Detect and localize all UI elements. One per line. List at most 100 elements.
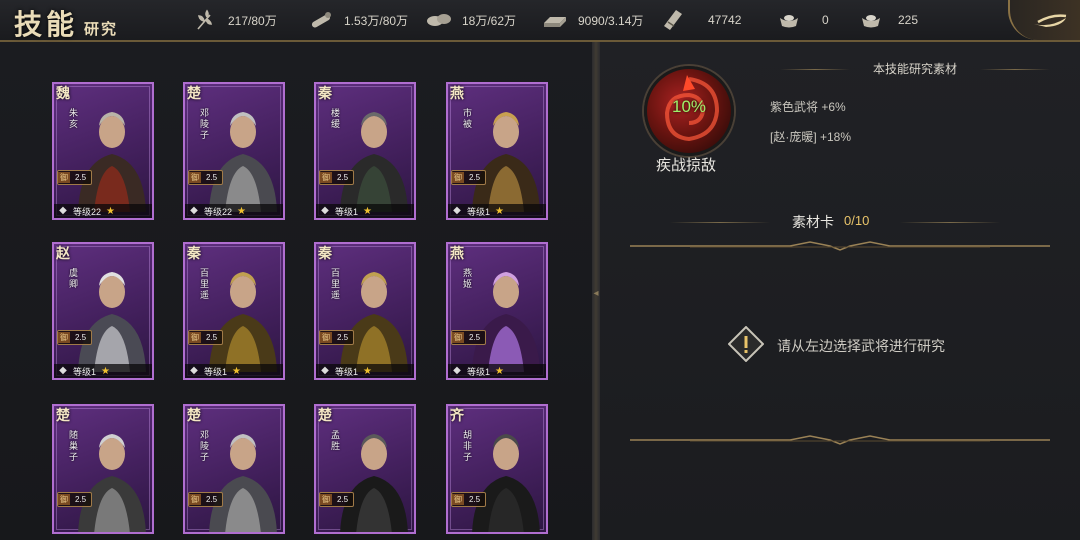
- hero-kingdom: 楚: [187, 86, 201, 102]
- empty-hint-text: 请从左边选择武将进行研究: [777, 338, 945, 354]
- hero-list-panel[interactable]: 魏朱亥御 2.5 ◆ 等级22 ★ 楚邓陵子御 2.5 ◆ 等级22 ★ 秦楼缓御 2.5 ◆ 等级1 ★ 燕…: [0, 42, 592, 540]
- skill-progress: 10%: [671, 97, 707, 116]
- resource-value: 47742: [708, 13, 742, 27]
- resource-value: 217/80万: [228, 13, 277, 28]
- cost-key: 御: [452, 494, 464, 505]
- ornament-divider-top: [630, 241, 1050, 251]
- hero-portrait: [209, 434, 277, 532]
- hero-level-bar: ◆ 等级1 ★: [448, 204, 546, 218]
- hero-name: 邓陵子: [200, 430, 210, 462]
- hero-kingdom: 燕: [450, 246, 464, 262]
- hero-card[interactable]: 赵虞卿御 2.5 ◆ 等级1 ★: [52, 242, 154, 380]
- cost-key: 御: [320, 172, 332, 183]
- hero-level: 等级22: [73, 206, 102, 217]
- back-button[interactable]: [1008, 0, 1080, 40]
- cost-key: 御: [58, 332, 70, 343]
- hero-name: 楼缓: [331, 108, 341, 129]
- resource-value: 225: [898, 13, 919, 27]
- cost-key: 御: [189, 494, 201, 505]
- hero-name: 百里遥: [331, 268, 341, 300]
- hero-name: 市被: [463, 108, 473, 129]
- cost-value: 2.5: [469, 495, 481, 504]
- resource-iron[interactable]: 9090/3.14万: [542, 0, 643, 40]
- spear-class-icon: ◆: [59, 205, 67, 216]
- hero-name: 随巢子: [69, 430, 79, 462]
- hero-cost-badge: 御 2.5: [57, 170, 93, 185]
- hero-level: 等级1: [335, 206, 359, 217]
- star-icon: ★: [495, 205, 504, 217]
- hero-kingdom: 齐: [450, 408, 464, 424]
- hero-level: 等级22: [204, 206, 233, 217]
- hero-cost-badge: 御 2.5: [188, 330, 224, 345]
- hero-cost-badge: 御 2.5: [188, 170, 224, 185]
- resource-wood[interactable]: 1.53万/80万: [308, 0, 408, 40]
- resource-silver[interactable]: 225: [858, 0, 918, 40]
- cost-value: 2.5: [469, 173, 481, 182]
- hero-portrait: [472, 112, 540, 212]
- page-title: 技能: [14, 8, 79, 41]
- hero-card[interactable]: 楚随巢子御 2.5: [52, 404, 154, 534]
- hero-name: 燕姬: [463, 268, 473, 289]
- hero-portrait: [340, 112, 408, 212]
- hero-card[interactable]: 齐胡非子御 2.5: [446, 404, 548, 534]
- cost-value: 2.5: [469, 333, 481, 342]
- cost-value: 2.5: [337, 495, 349, 504]
- cost-key: 御: [452, 332, 464, 343]
- hero-level-bar: ◆ 等级1 ★: [316, 364, 414, 378]
- hero-cost-badge: 御 2.5: [57, 492, 93, 507]
- hero-card[interactable]: 魏朱亥御 2.5 ◆ 等级22 ★: [52, 82, 154, 220]
- hero-card[interactable]: 秦百里遥御 2.5 ◆ 等级1 ★: [183, 242, 285, 380]
- hero-card[interactable]: 秦百里遥御 2.5 ◆ 等级1 ★: [314, 242, 416, 380]
- hero-portrait: [78, 112, 146, 212]
- material-card-count: 0/10: [844, 213, 870, 228]
- hero-kingdom: 秦: [187, 246, 201, 262]
- wood-icon: [308, 7, 334, 33]
- hero-name: 朱亥: [69, 108, 79, 129]
- hero-name: 邓陵子: [200, 108, 210, 140]
- hero-card[interactable]: 楚邓陵子御 2.5 ◆ 等级22 ★: [183, 82, 285, 220]
- cost-value: 2.5: [206, 173, 218, 182]
- cost-value: 2.5: [206, 333, 218, 342]
- cavalry-class-icon: ◆: [190, 365, 198, 376]
- cost-key: 御: [189, 172, 201, 183]
- back-arrow-icon: [1034, 14, 1067, 27]
- hero-level-bar: ◆ 等级1 ★: [54, 364, 152, 378]
- hero-name: 胡非子: [463, 430, 473, 462]
- resource-order[interactable]: 47742: [660, 0, 741, 40]
- gold-icon: [776, 7, 802, 33]
- hero-card[interactable]: 燕市被御 2.5 ◆ 等级1 ★: [446, 82, 548, 220]
- star-icon: ★: [106, 205, 115, 217]
- hero-card[interactable]: 燕燕姬御 2.5 ◆ 等级1 ★: [446, 242, 548, 380]
- hero-kingdom: 秦: [318, 86, 332, 102]
- hero-kingdom: 楚: [56, 408, 70, 424]
- resource-stone[interactable]: 18万/62万: [426, 0, 516, 40]
- cavalry-class-icon: ◆: [321, 365, 329, 376]
- hero-card[interactable]: 楚邓陵子御 2.5: [183, 404, 285, 534]
- hero-level: 等级1: [467, 366, 491, 377]
- cost-value: 2.5: [206, 495, 218, 504]
- silver-icon: [858, 7, 884, 33]
- hero-card[interactable]: 楚孟胜御 2.5: [314, 404, 416, 534]
- skill-icon[interactable]: 10%: [644, 66, 734, 156]
- hero-level: 等级1: [335, 366, 359, 377]
- cost-key: 御: [320, 332, 332, 343]
- hero-cost-badge: 御 2.5: [451, 170, 487, 185]
- hero-kingdom: 秦: [318, 246, 332, 262]
- cost-key: 御: [189, 332, 201, 343]
- sword-class-icon: ◆: [321, 205, 329, 216]
- resource-gold[interactable]: 0: [776, 0, 829, 40]
- hero-level-bar: ◆ 等级1 ★: [448, 364, 546, 378]
- star-icon: ★: [363, 365, 372, 377]
- cost-key: 御: [452, 172, 464, 183]
- hero-portrait: [209, 272, 277, 372]
- hero-cost-badge: 御 2.5: [188, 492, 224, 507]
- grain-icon: [192, 7, 218, 33]
- resource-value: 9090/3.14万: [578, 13, 644, 28]
- resource-grain[interactable]: 217/80万: [192, 0, 277, 40]
- page-subtitle: 研究: [84, 20, 119, 38]
- hero-card[interactable]: 秦楼缓御 2.5 ◆ 等级1 ★: [314, 82, 416, 220]
- hero-cost-badge: 御 2.5: [319, 492, 355, 507]
- hero-kingdom: 燕: [450, 86, 464, 102]
- hero-cost-badge: 御 2.5: [319, 170, 355, 185]
- resource-value: 18万/62万: [462, 13, 517, 28]
